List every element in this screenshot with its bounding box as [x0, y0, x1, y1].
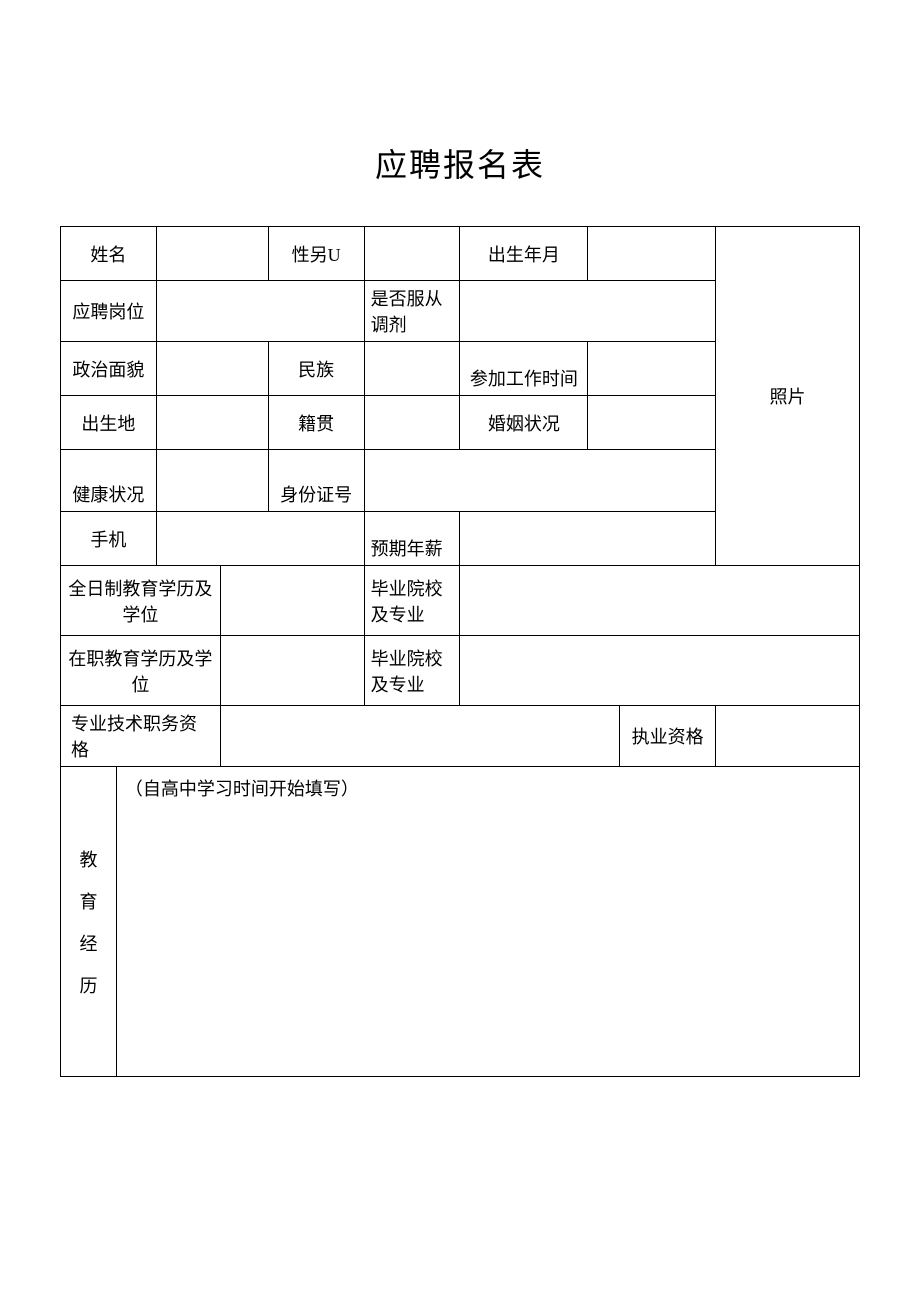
value-mobile[interactable]	[156, 512, 364, 566]
label-marital: 婚姻状况	[460, 396, 588, 450]
application-form-table: 姓名 性另U 出生年月 照片 应聘岗位 是否服从调剂 政治面貌 民族 参加工作时…	[60, 226, 860, 1077]
value-practice-qual[interactable]	[716, 706, 860, 767]
label-expected-salary: 预期年薪	[364, 512, 460, 566]
value-health[interactable]	[156, 450, 268, 512]
value-work-start[interactable]	[588, 342, 716, 396]
label-native-place: 籍贯	[268, 396, 364, 450]
value-name[interactable]	[156, 227, 268, 281]
label-political: 政治面貌	[61, 342, 157, 396]
value-onjob-grad[interactable]	[460, 636, 860, 706]
label-fulltime-edu: 全日制教育学历及学位	[61, 566, 221, 636]
label-birth: 出生年月	[460, 227, 588, 281]
value-ethnicity[interactable]	[364, 342, 460, 396]
label-mobile: 手机	[61, 512, 157, 566]
label-edu-history: 教 育 经 历	[61, 767, 117, 1077]
label-onjob-grad: 毕业院校及专业	[364, 636, 460, 706]
value-native-place[interactable]	[364, 396, 460, 450]
label-birthplace: 出生地	[61, 396, 157, 450]
value-political[interactable]	[156, 342, 268, 396]
form-title: 应聘报名表	[60, 140, 860, 186]
label-position: 应聘岗位	[61, 281, 157, 342]
label-gender: 性另U	[268, 227, 364, 281]
label-name: 姓名	[61, 227, 157, 281]
label-work-start: 参加工作时间	[460, 342, 588, 396]
value-pro-title[interactable]	[220, 706, 619, 767]
value-fulltime-grad[interactable]	[460, 566, 860, 636]
label-accept-transfer: 是否服从调剂	[364, 281, 460, 342]
value-marital[interactable]	[588, 396, 716, 450]
label-practice-qual: 执业资格	[620, 706, 716, 767]
value-accept-transfer[interactable]	[460, 281, 716, 342]
value-expected-salary[interactable]	[460, 512, 716, 566]
value-fulltime-edu[interactable]	[220, 566, 364, 636]
value-id-number[interactable]	[364, 450, 716, 512]
photo-cell[interactable]: 照片	[716, 227, 860, 566]
value-gender[interactable]	[364, 227, 460, 281]
label-health: 健康状况	[61, 450, 157, 512]
label-fulltime-grad: 毕业院校及专业	[364, 566, 460, 636]
value-birthplace[interactable]	[156, 396, 268, 450]
value-position[interactable]	[156, 281, 364, 342]
value-birth[interactable]	[588, 227, 716, 281]
label-pro-title: 专业技术职务资格	[61, 706, 221, 767]
value-onjob-edu[interactable]	[220, 636, 364, 706]
value-edu-history[interactable]: （自高中学习时间开始填写）	[116, 767, 859, 1077]
label-onjob-edu: 在职教育学历及学位	[61, 636, 221, 706]
edu-history-note: （自高中学习时间开始填写）	[125, 779, 359, 799]
label-id-number: 身份证号	[268, 450, 364, 512]
label-ethnicity: 民族	[268, 342, 364, 396]
